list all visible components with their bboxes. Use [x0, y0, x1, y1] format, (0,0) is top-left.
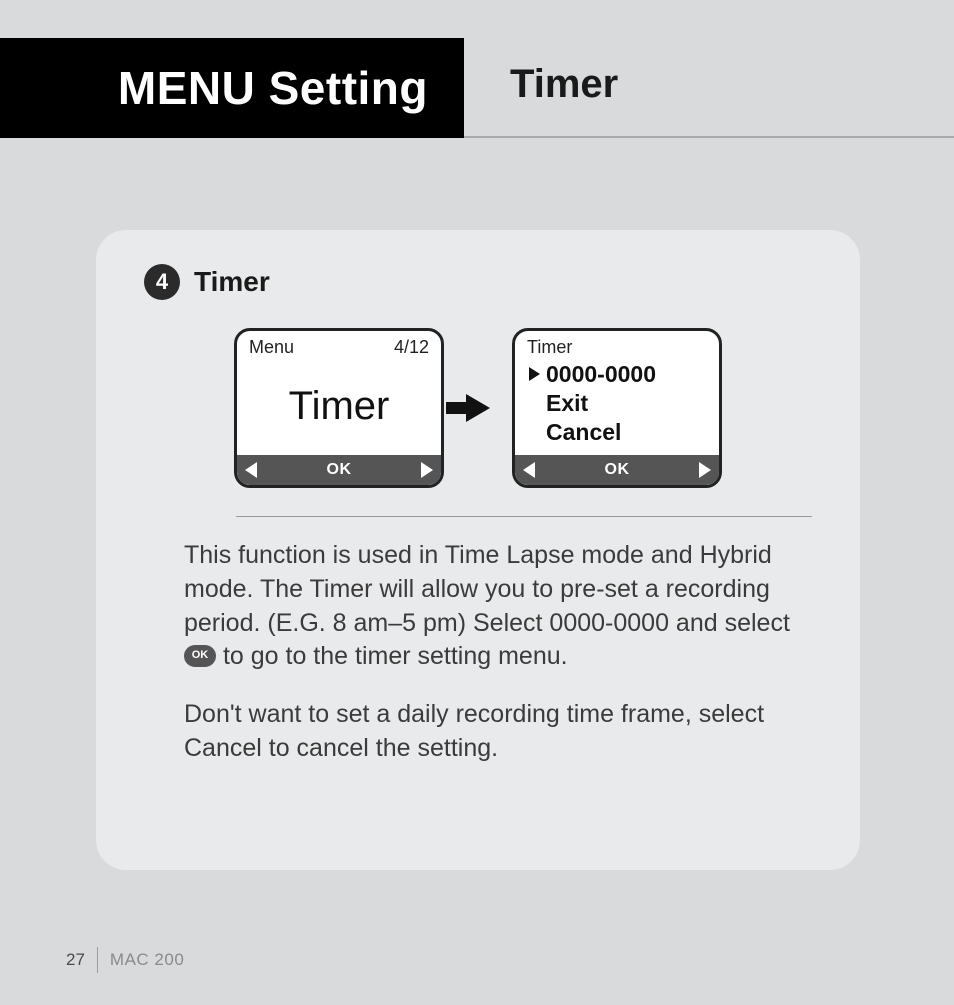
lcd-screen-menu: Menu 4/12 Timer OK	[234, 328, 444, 488]
card-header: 4 Timer	[144, 264, 812, 300]
description-paragraph-1: This function is used in Time Lapse mode…	[184, 539, 804, 674]
card-description: This function is used in Time Lapse mode…	[144, 539, 812, 766]
header-rule	[464, 136, 954, 138]
description-paragraph-2: Don't want to set a daily recording time…	[184, 698, 804, 766]
right-arrow-icon	[699, 462, 711, 478]
lcd1-top-left: Menu	[249, 337, 294, 358]
lcd2-option-list: 0000-0000 Exit Cancel	[515, 358, 719, 455]
product-model: MAC 200	[110, 950, 184, 970]
left-arrow-icon	[523, 462, 535, 478]
lcd1-ok-label: OK	[327, 461, 352, 479]
card-title: Timer	[194, 266, 270, 298]
lcd1-top-row: Menu 4/12	[237, 331, 441, 358]
instruction-card: 4 Timer Menu 4/12 Timer OK	[96, 230, 860, 870]
right-arrow-icon	[421, 462, 433, 478]
lcd2-nav-bar: OK	[515, 455, 719, 485]
lcd2-ok-label: OK	[605, 461, 630, 479]
lcd2-option-selected: 0000-0000	[529, 360, 705, 389]
page-number: 27	[66, 950, 85, 970]
lcd1-body: Timer	[237, 358, 441, 455]
lcd2-option-cancel: Cancel	[546, 418, 705, 447]
section-title: MENU Setting	[118, 61, 428, 115]
footer-separator	[97, 947, 98, 973]
page-footer: 27 MAC 200	[66, 947, 184, 973]
lcd2-option-time: 0000-0000	[546, 360, 656, 389]
selection-caret-icon	[529, 367, 540, 381]
lcd2-top-left: Timer	[527, 337, 572, 358]
screen-flow: Menu 4/12 Timer OK Timer	[144, 328, 812, 488]
lcd2-top-row: Timer	[515, 331, 719, 358]
flow-arrow-icon	[466, 394, 490, 422]
left-arrow-icon	[245, 462, 257, 478]
step-number-badge: 4	[144, 264, 180, 300]
lcd-screen-timer: Timer 0000-0000 Exit Cancel	[512, 328, 722, 488]
header-subtitle: Timer	[510, 62, 618, 107]
ok-pill-icon: OK	[184, 645, 216, 667]
card-divider	[236, 516, 812, 517]
lcd1-center-label: Timer	[289, 384, 390, 429]
lcd1-nav-bar: OK	[237, 455, 441, 485]
lcd2-option-exit: Exit	[546, 389, 705, 418]
header-black-band: MENU Setting	[0, 38, 464, 138]
lcd1-top-right: 4/12	[394, 337, 429, 358]
